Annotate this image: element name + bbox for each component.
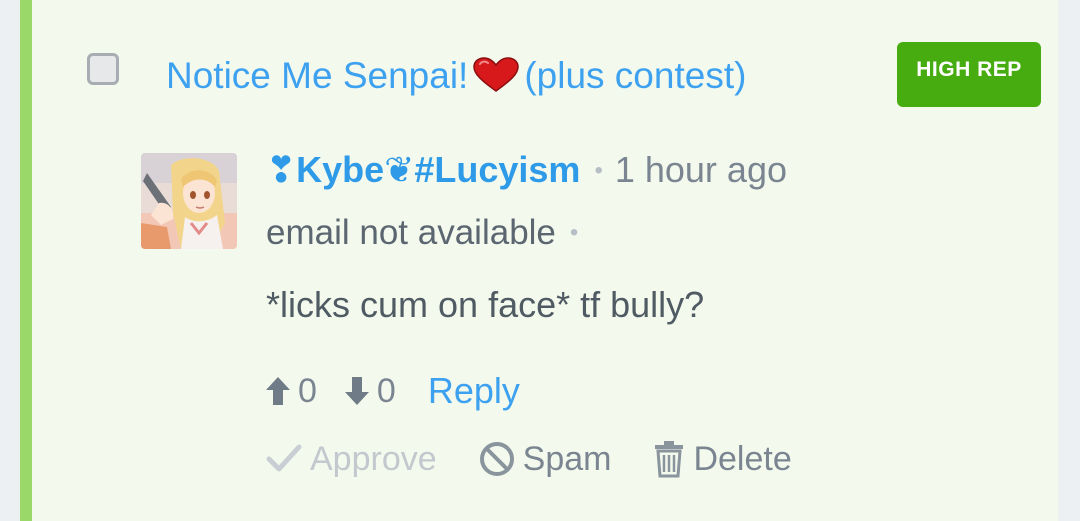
arrow-up-icon xyxy=(266,377,290,405)
select-checkbox[interactable] xyxy=(87,53,119,85)
high-rep-badge: HIGH REP xyxy=(897,42,1041,107)
avatar[interactable] xyxy=(141,153,237,249)
author-line: ❣Kybe❦#Lucyism • 1 hour ago xyxy=(266,147,787,201)
upvote-count: 0 xyxy=(298,371,317,410)
spam-label: Spam xyxy=(522,439,612,478)
reply-button[interactable]: Reply xyxy=(428,370,520,412)
email-line: email not available • xyxy=(266,210,590,263)
page: Notice Me Senpai! (plus contest) HIGH REP xyxy=(0,0,1080,521)
comment-body: *licks cum on face* tf bully? xyxy=(266,284,705,325)
upvote-button[interactable]: 0 xyxy=(264,372,317,411)
thread-title-link[interactable]: Notice Me Senpai! (plus contest) xyxy=(166,52,746,100)
comment-card: Notice Me Senpai! (plus contest) HIGH REP xyxy=(20,0,1058,521)
thread-title-text[interactable]: Notice Me Senpai! xyxy=(166,55,468,96)
moderation-actions: Approve Spam Delete xyxy=(266,434,834,484)
delete-button[interactable]: Delete xyxy=(653,439,792,479)
comment-timestamp[interactable]: 1 hour ago xyxy=(615,149,787,190)
spam-button[interactable]: Spam xyxy=(479,439,612,479)
thread-title-suffix[interactable]: (plus contest) xyxy=(524,55,746,96)
approve-button[interactable]: Approve xyxy=(266,440,437,479)
approve-label: Approve xyxy=(310,439,437,478)
author-email: email not available xyxy=(266,213,556,252)
downvote-button[interactable]: 0 xyxy=(343,372,396,411)
delete-label: Delete xyxy=(693,439,792,478)
heart-icon xyxy=(472,57,520,93)
trash-icon xyxy=(655,441,684,478)
separator-dot: • xyxy=(594,157,603,184)
author-name-link[interactable]: ❣Kybe❦#Lucyism xyxy=(266,149,580,190)
checkmark-icon xyxy=(266,444,302,472)
vote-bar: 0 0 Reply xyxy=(264,368,520,414)
arrow-down-icon xyxy=(344,377,369,405)
ban-icon xyxy=(479,442,514,476)
downvote-count: 0 xyxy=(376,371,396,410)
separator-dot: • xyxy=(569,219,579,246)
